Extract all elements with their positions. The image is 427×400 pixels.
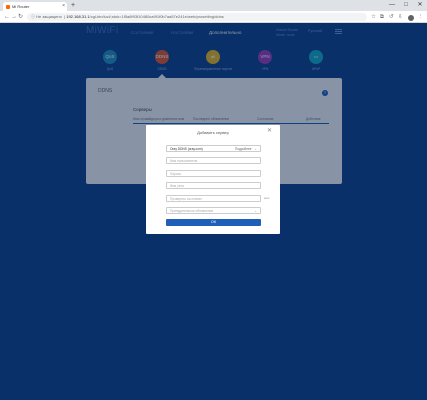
tab-close-icon[interactable]: × bbox=[62, 2, 65, 11]
chevron-down-icon: ⌄ bbox=[254, 147, 257, 151]
dialog-title: Добавить сервер bbox=[197, 130, 229, 135]
force-update-select[interactable]: Принудительное обновление ⌄ bbox=[166, 207, 261, 214]
ok-button[interactable]: ОК bbox=[166, 219, 261, 226]
tab-title: Mi Router bbox=[12, 4, 30, 9]
star-icon[interactable]: ☆ bbox=[371, 11, 376, 23]
kebab-menu-icon[interactable]: ⋮ bbox=[418, 11, 424, 23]
profile-avatar[interactable] bbox=[408, 14, 414, 21]
back-icon[interactable]: ← bbox=[4, 11, 10, 23]
maximize-button[interactable]: □ bbox=[399, 0, 413, 11]
interval-unit: мин bbox=[264, 196, 270, 200]
hostname-field[interactable]: Имя узла bbox=[166, 182, 261, 189]
mi-favicon-icon bbox=[6, 4, 10, 9]
browser-tab[interactable]: Mi Router × bbox=[3, 2, 67, 11]
downloads-icon[interactable]: ⇩ bbox=[398, 11, 403, 23]
browser-toolbar: ← → ↻ ⓘ Не защищено | 192.168.31.1/cgi-b… bbox=[0, 11, 427, 23]
provider-select[interactable]: Oray DDNS (oray.com) Подробнее ⌄ bbox=[166, 145, 261, 152]
info-icon[interactable]: ⓘ bbox=[31, 14, 35, 19]
address-path: /cgi-bin/luci/;stok=1f5a8f93f10480ca9f1f… bbox=[89, 14, 224, 19]
close-window-button[interactable]: ✕ bbox=[413, 0, 427, 11]
extension-icon[interactable]: ⧉ bbox=[380, 11, 384, 23]
check-interval-field[interactable]: Проверять состояние bbox=[166, 195, 261, 202]
force-update-value: Принудительное обновление bbox=[170, 209, 214, 213]
new-tab-button[interactable]: + bbox=[71, 1, 75, 10]
close-icon[interactable]: ✕ bbox=[267, 128, 272, 134]
username-field[interactable]: Имя пользователя bbox=[166, 157, 261, 164]
chevron-down-icon: ⌄ bbox=[254, 209, 257, 213]
address-host: 192.168.31.1 bbox=[66, 14, 90, 19]
minimize-button[interactable]: — bbox=[385, 0, 399, 11]
reload-icon[interactable]: ↻ bbox=[18, 11, 23, 23]
password-field[interactable]: Пароль bbox=[166, 170, 261, 177]
address-bar[interactable]: ⓘ Не защищено | 192.168.31.1/cgi-bin/luc… bbox=[27, 13, 367, 21]
history-icon[interactable]: ↺ bbox=[389, 11, 394, 23]
provider-details: Подробнее bbox=[235, 147, 252, 151]
add-server-dialog: Добавить сервер ✕ Oray DDNS (oray.com) П… bbox=[146, 125, 280, 234]
browser-tabstrip: Mi Router × + — □ ✕ bbox=[0, 0, 427, 11]
provider-value: Oray DDNS (oray.com) bbox=[170, 147, 203, 151]
forward-icon[interactable]: → bbox=[11, 11, 17, 23]
security-label: Не защищено bbox=[36, 14, 62, 19]
